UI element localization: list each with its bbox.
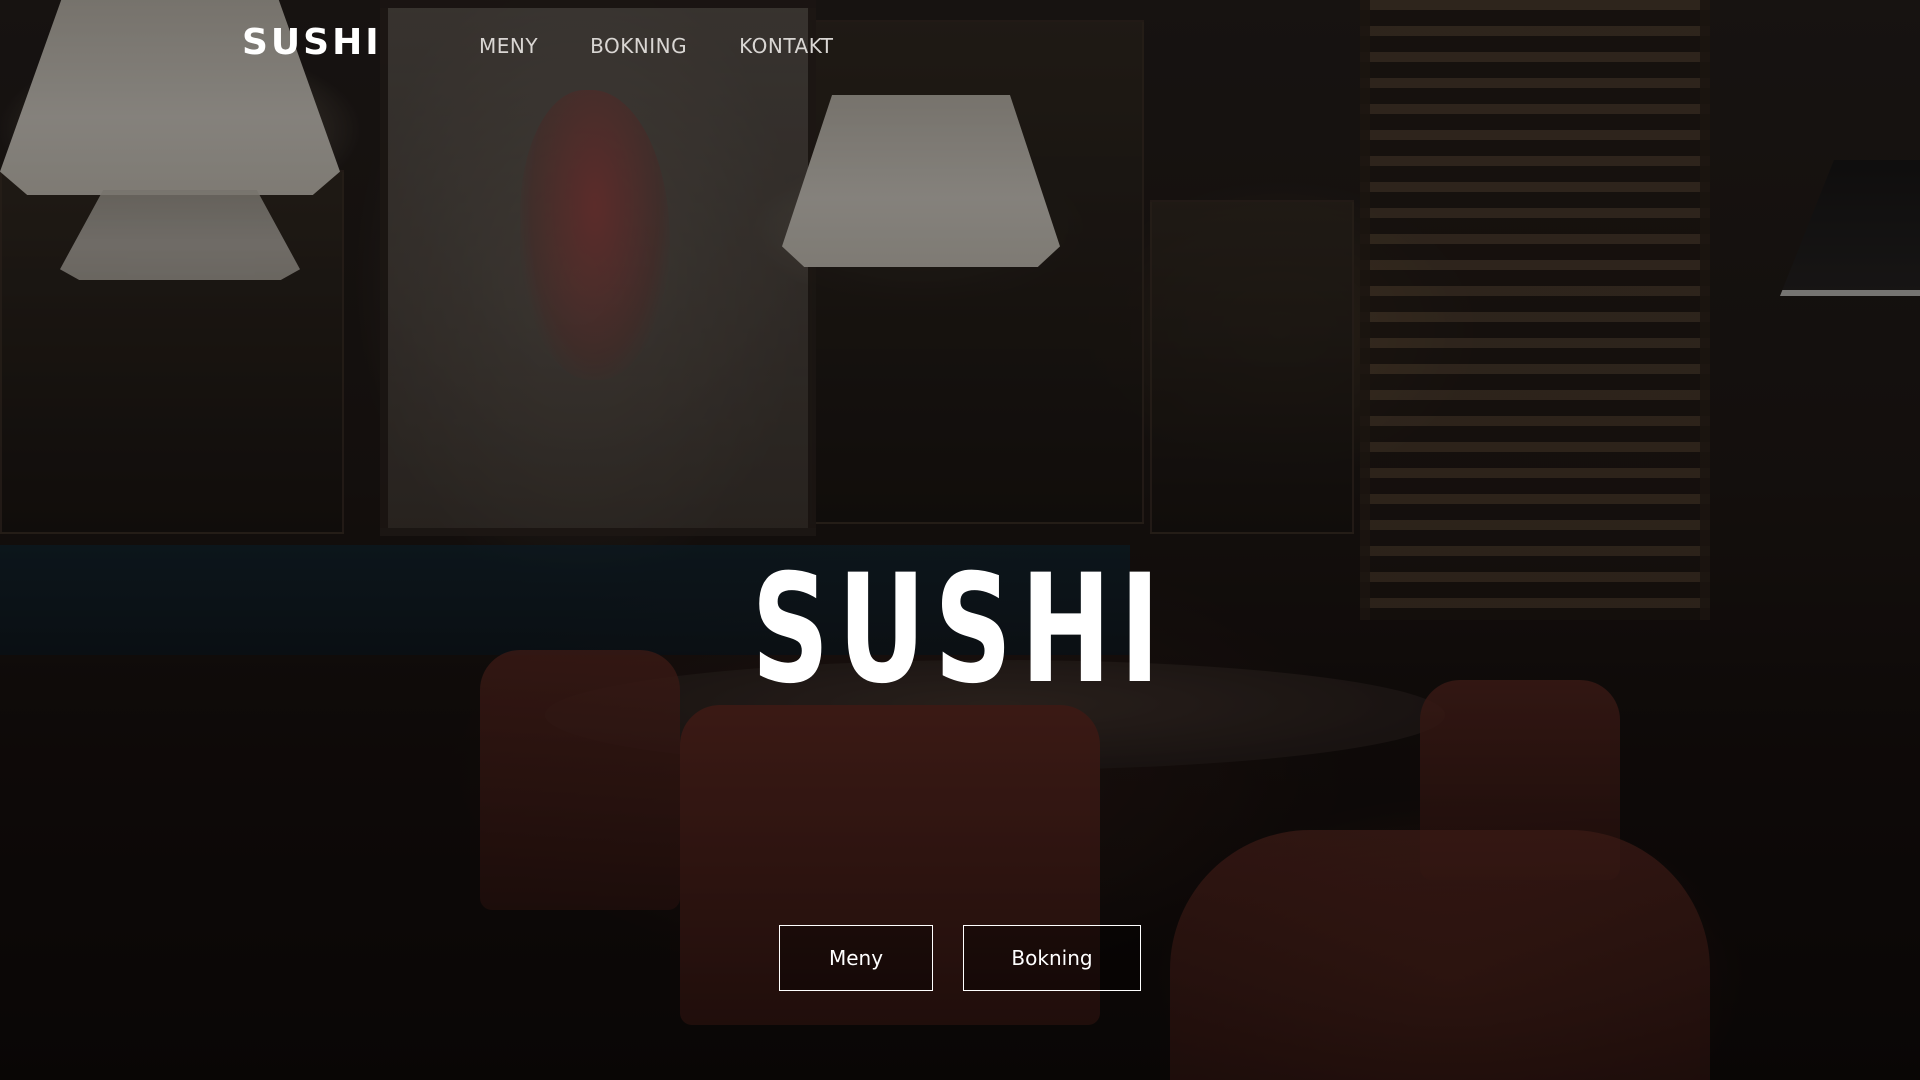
site-logo[interactable]: SUSHI [242,22,382,63]
nav-link-kontakt[interactable]: KONTAKT [739,34,833,58]
nav-link-bokning[interactable]: BOKNING [590,34,687,58]
menu-button[interactable]: Meny [779,925,933,991]
main-navigation: MENY BOKNING KONTAKT [479,34,833,58]
landing-page: SUSHI MENY BOKNING KONTAKT SUSHI Meny Bo… [0,0,1920,1080]
dark-overlay [0,0,1920,1080]
booking-button[interactable]: Bokning [963,925,1141,991]
nav-link-meny[interactable]: MENY [479,34,538,58]
hero-title: SUSHI [751,543,1169,717]
